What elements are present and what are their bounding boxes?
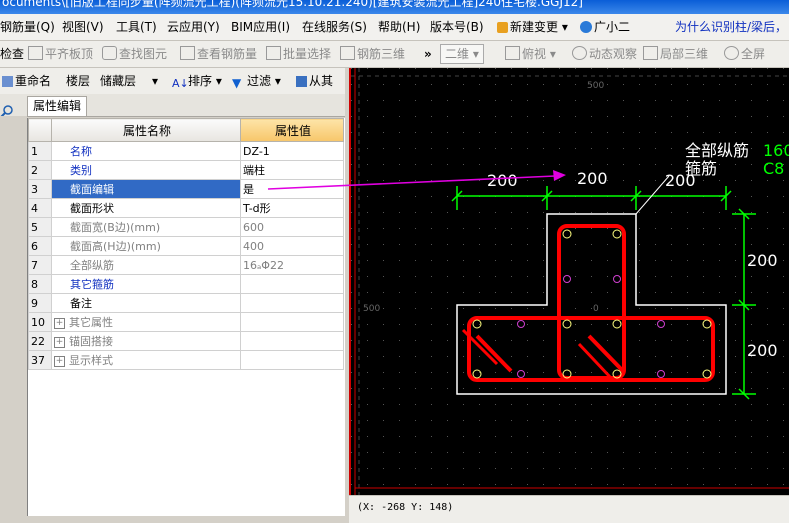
- annotation-arrow: [267, 175, 556, 190]
- annotation-arrow-overlay: [267, 170, 566, 190]
- status-bar: (X: -268 Y: 148): [349, 495, 789, 523]
- cursor-coordinates: (X: -268 Y: 148): [357, 502, 454, 513]
- arrow-head-icon: [553, 170, 566, 181]
